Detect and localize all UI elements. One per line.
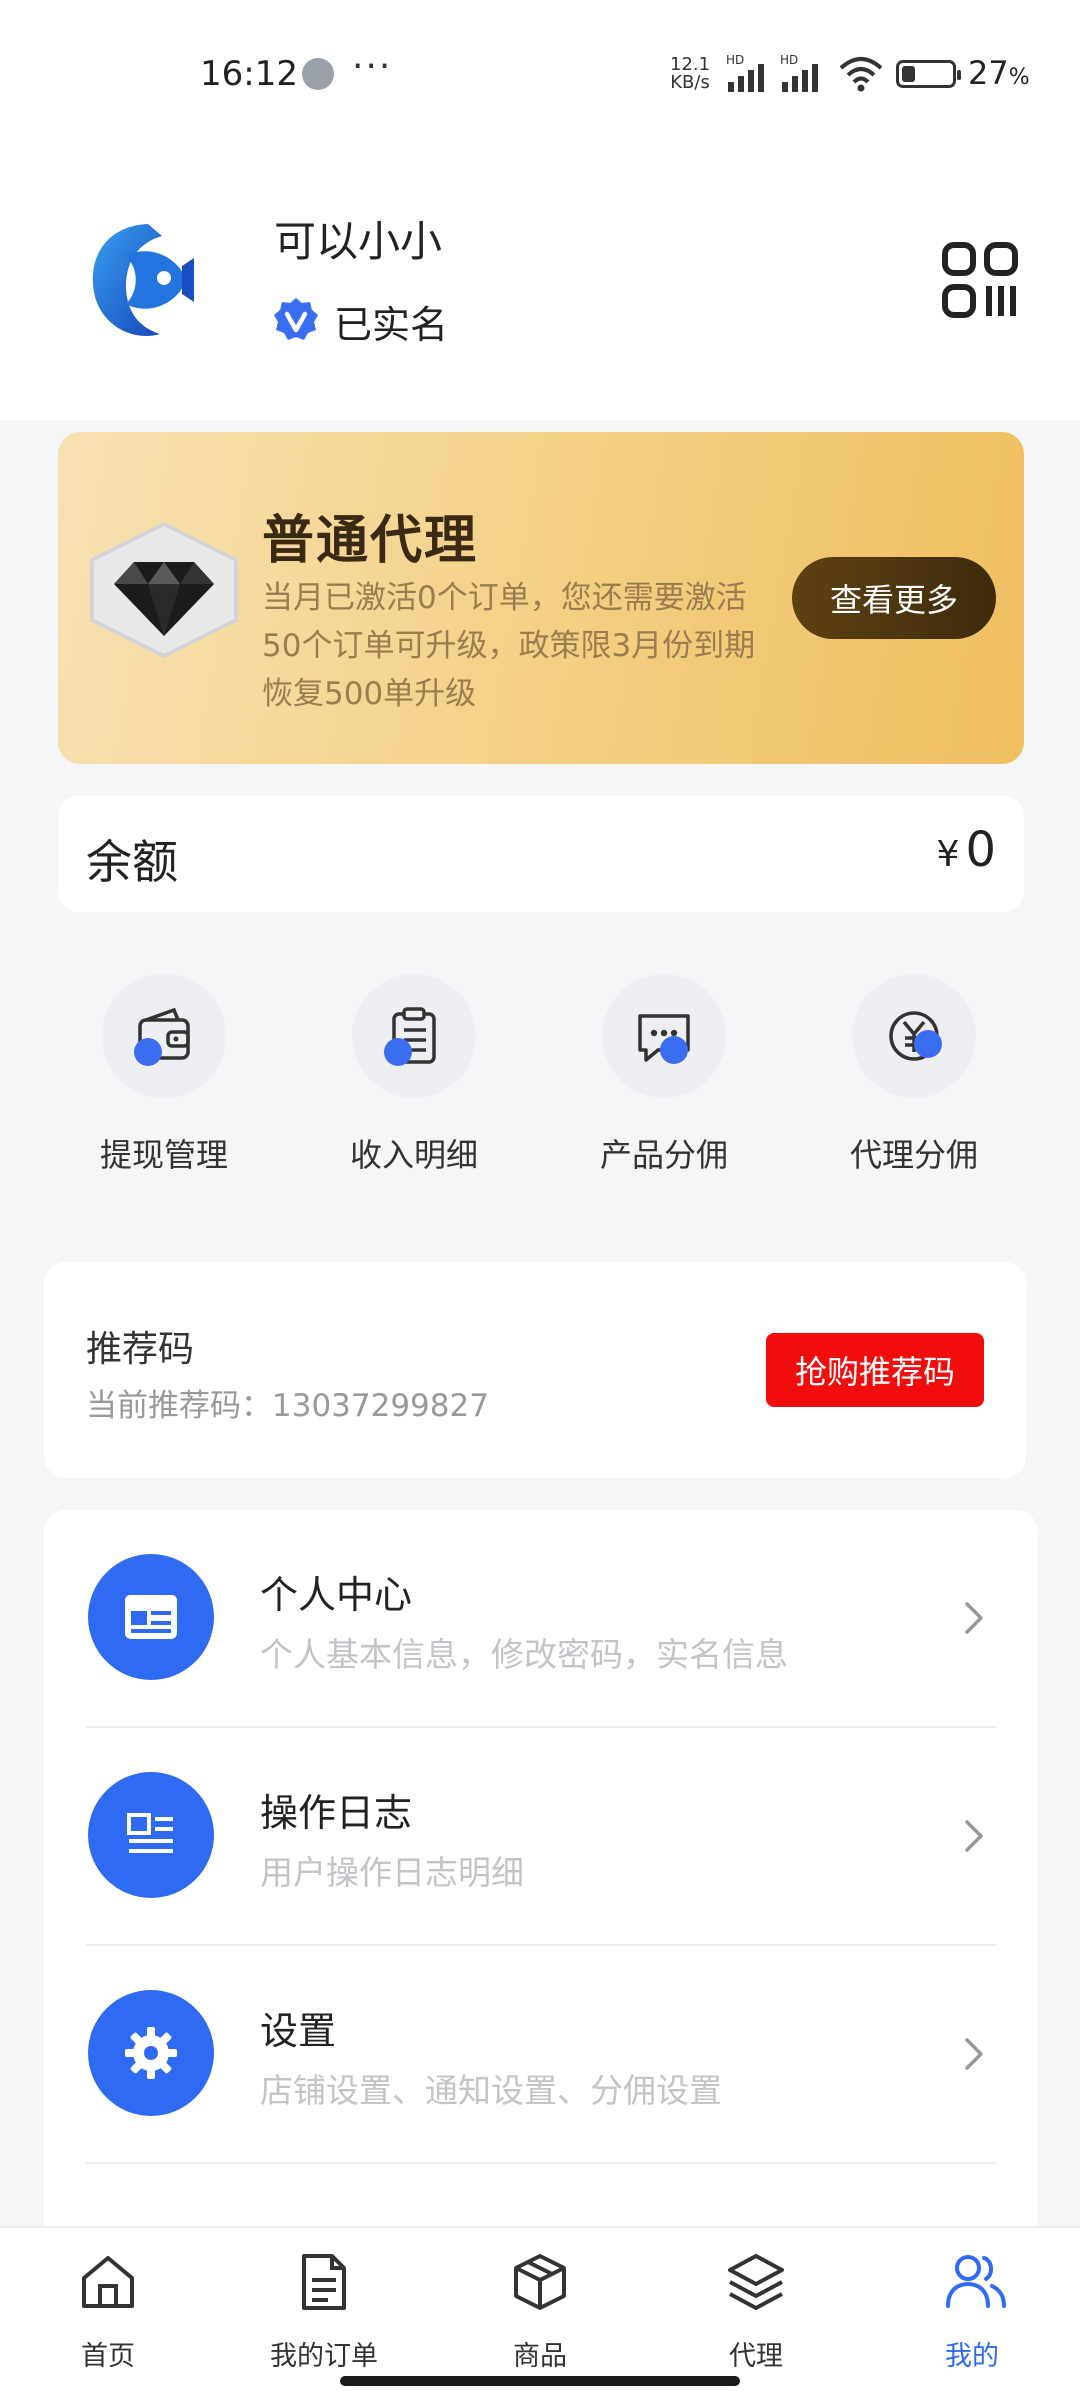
buy-referral-code-button[interactable]: 抢购推荐码: [766, 1333, 984, 1407]
nav-my-orders[interactable]: 我的订单: [216, 2242, 432, 2372]
action-label: 产品分佣: [599, 1136, 728, 1174]
menu-item-personal-center[interactable]: 个人中心 个人基本信息，修改密码，实名信息: [44, 1510, 1038, 1728]
home-icon: [82, 2256, 134, 2308]
balance-amount: ¥0: [937, 822, 996, 878]
action-label: 收入明细: [349, 1136, 478, 1174]
divider: [86, 2162, 996, 2164]
signal-2-label: HD: [780, 54, 798, 67]
menu-item-subtitle: 用户操作日志明细: [260, 1853, 524, 1892]
currency-symbol: ¥: [936, 834, 960, 875]
nav-label: 商品: [513, 2341, 567, 2372]
menu-item-subtitle: 店铺设置、通知设置、分佣设置: [260, 2071, 722, 2110]
box-icon: [514, 2254, 566, 2310]
qr-code-icon[interactable]: [940, 240, 1020, 320]
battery-icon: [896, 60, 961, 88]
battery-percent-value: 27: [968, 54, 1009, 92]
log-icon: [88, 1772, 214, 1898]
app-logo: [86, 216, 196, 346]
menu-item-title: 设置: [260, 2009, 337, 2053]
referral-current-value: 13037299827: [272, 1388, 489, 1424]
status-time: 16:12: [200, 54, 298, 94]
agent-level-description: 当月已激活0个订单，您还需要激活50个订单可升级，政策限3月份到期恢复500单升…: [262, 580, 756, 712]
wallet-icon: [102, 974, 226, 1098]
view-more-button[interactable]: 查看更多: [792, 557, 996, 639]
referral-current-code: 当前推荐码：13037299827: [86, 1380, 489, 1425]
signal-2-icon: HD: [776, 53, 828, 98]
action-withdraw-management[interactable]: 提现管理: [54, 974, 274, 1184]
orders-icon: [302, 2254, 346, 2310]
menu-item-subtitle: 个人基本信息，修改密码，实名信息: [260, 1635, 788, 1674]
yen-icon: [852, 974, 976, 1098]
wrench-notification-icon: [302, 58, 334, 90]
action-agent-commission[interactable]: 代理分佣: [804, 974, 1024, 1184]
chevron-right-icon: [965, 2038, 983, 2070]
clipboard-accent-dot: [384, 1038, 412, 1066]
username: 可以小小: [274, 217, 443, 266]
nav-label: 我的订单: [270, 2341, 378, 2372]
action-label: 提现管理: [99, 1136, 228, 1174]
battery-percent-unit: %: [1008, 65, 1030, 90]
clipboard-icon: [352, 974, 476, 1098]
network-speed-unit: KB/s: [670, 72, 710, 93]
menu-item-title: 个人中心: [260, 1573, 413, 1617]
balance-label: 余额: [86, 835, 178, 889]
battery-level: [902, 66, 915, 82]
bottom-navigation: 首页 我的订单 商品 代理 我的: [0, 2226, 1080, 2400]
wallet-accent-dot: [134, 1038, 162, 1066]
more-notifications-icon: ···: [352, 46, 393, 87]
gear-icon: [88, 1990, 214, 2116]
referral-card: 推荐码 当前推荐码：13037299827 抢购推荐码: [44, 1262, 1026, 1478]
network-speed: 12.1 KB/s: [670, 56, 710, 92]
quick-actions: 提现管理 收入明细 产品分佣 代理分佣: [0, 974, 1080, 1194]
action-label: 代理分佣: [849, 1136, 978, 1174]
signal-1-label: HD: [726, 54, 744, 67]
nav-label: 我的: [945, 2341, 999, 2372]
agent-level-card: 普通代理 当月已激活0个订单，您还需要激活50个订单可升级，政策限3月份到期恢复…: [58, 432, 1024, 764]
user-group-icon: [946, 2255, 1006, 2308]
nav-mine[interactable]: 我的: [864, 2242, 1080, 2372]
yen-accent-dot: [914, 1030, 942, 1058]
home-indicator[interactable]: [340, 2376, 740, 2386]
diamond-icon: [86, 520, 242, 660]
referral-title: 推荐码: [86, 1329, 195, 1370]
action-product-commission[interactable]: 产品分佣: [554, 974, 774, 1184]
wifi-icon: [838, 56, 884, 96]
balance-value: 0: [965, 822, 996, 878]
verified-badge-icon: [274, 298, 318, 340]
layers-icon: [728, 2254, 784, 2310]
menu-list: 个人中心 个人基本信息，修改密码，实名信息 操作日志 用户操作日志明细 设置 店…: [44, 1510, 1038, 2230]
nav-home[interactable]: 首页: [0, 2242, 216, 2372]
id-card-icon: [88, 1554, 214, 1680]
balance-card[interactable]: 余额 ¥0: [58, 796, 1024, 912]
chevron-right-icon: [965, 1602, 983, 1634]
menu-item-operation-log[interactable]: 操作日志 用户操作日志明细: [44, 1728, 1038, 1946]
chat-accent-dot: [660, 1036, 688, 1064]
action-income-details[interactable]: 收入明细: [304, 974, 524, 1184]
verified-label: 已实名: [334, 302, 449, 347]
signal-1-icon: HD: [722, 53, 774, 98]
verified-status: 已实名: [272, 294, 448, 348]
menu-item-title: 操作日志: [260, 1791, 413, 1835]
nav-products[interactable]: 商品: [432, 2242, 648, 2372]
nav-label: 首页: [81, 2341, 135, 2372]
referral-current-label: 当前推荐码：: [86, 1388, 272, 1424]
nav-label: 代理: [729, 2341, 783, 2372]
chevron-right-icon: [965, 1820, 983, 1852]
battery-percent: 27%: [968, 54, 1030, 92]
status-bar: 16:12 ··· 12.1 KB/s HD HD 27%: [0, 40, 1080, 110]
chat-icon: [602, 974, 726, 1098]
agent-level-title: 普通代理: [262, 511, 479, 571]
nav-agents[interactable]: 代理: [648, 2242, 864, 2372]
menu-item-settings[interactable]: 设置 店铺设置、通知设置、分佣设置: [44, 1946, 1038, 2164]
